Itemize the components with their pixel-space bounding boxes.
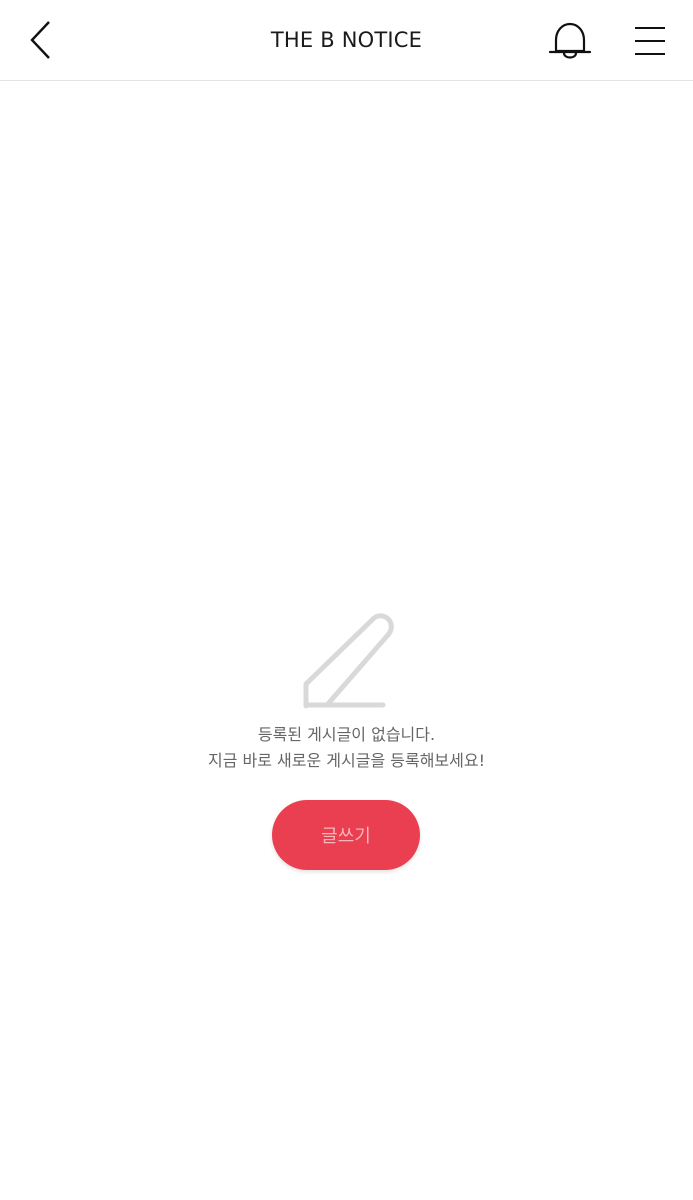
back-button[interactable] — [14, 10, 70, 70]
empty-message: 등록된 게시글이 없습니다. 지금 바로 새로운 게시글을 등록해보세요! — [0, 722, 693, 774]
bell-icon — [548, 22, 592, 59]
notification-button[interactable] — [540, 12, 600, 70]
empty-message-line2: 지금 바로 새로운 게시글을 등록해보세요! — [208, 751, 485, 770]
app-screen: THE B NOTICE 등록된 게시글이 없습니다. 지금 바로 새로운 게시… — [0, 0, 693, 1200]
pencil-icon — [303, 613, 394, 709]
hamburger-menu-icon — [635, 27, 665, 55]
top-app-bar: THE B NOTICE — [0, 0, 693, 81]
chevron-left-icon — [30, 21, 50, 59]
menu-button[interactable] — [622, 12, 678, 70]
empty-message-line1: 등록된 게시글이 없습니다. — [257, 725, 436, 744]
empty-state: 등록된 게시글이 없습니다. 지금 바로 새로운 게시글을 등록해보세요! — [0, 612, 693, 774]
write-post-button[interactable]: 글쓰기 — [272, 800, 420, 870]
